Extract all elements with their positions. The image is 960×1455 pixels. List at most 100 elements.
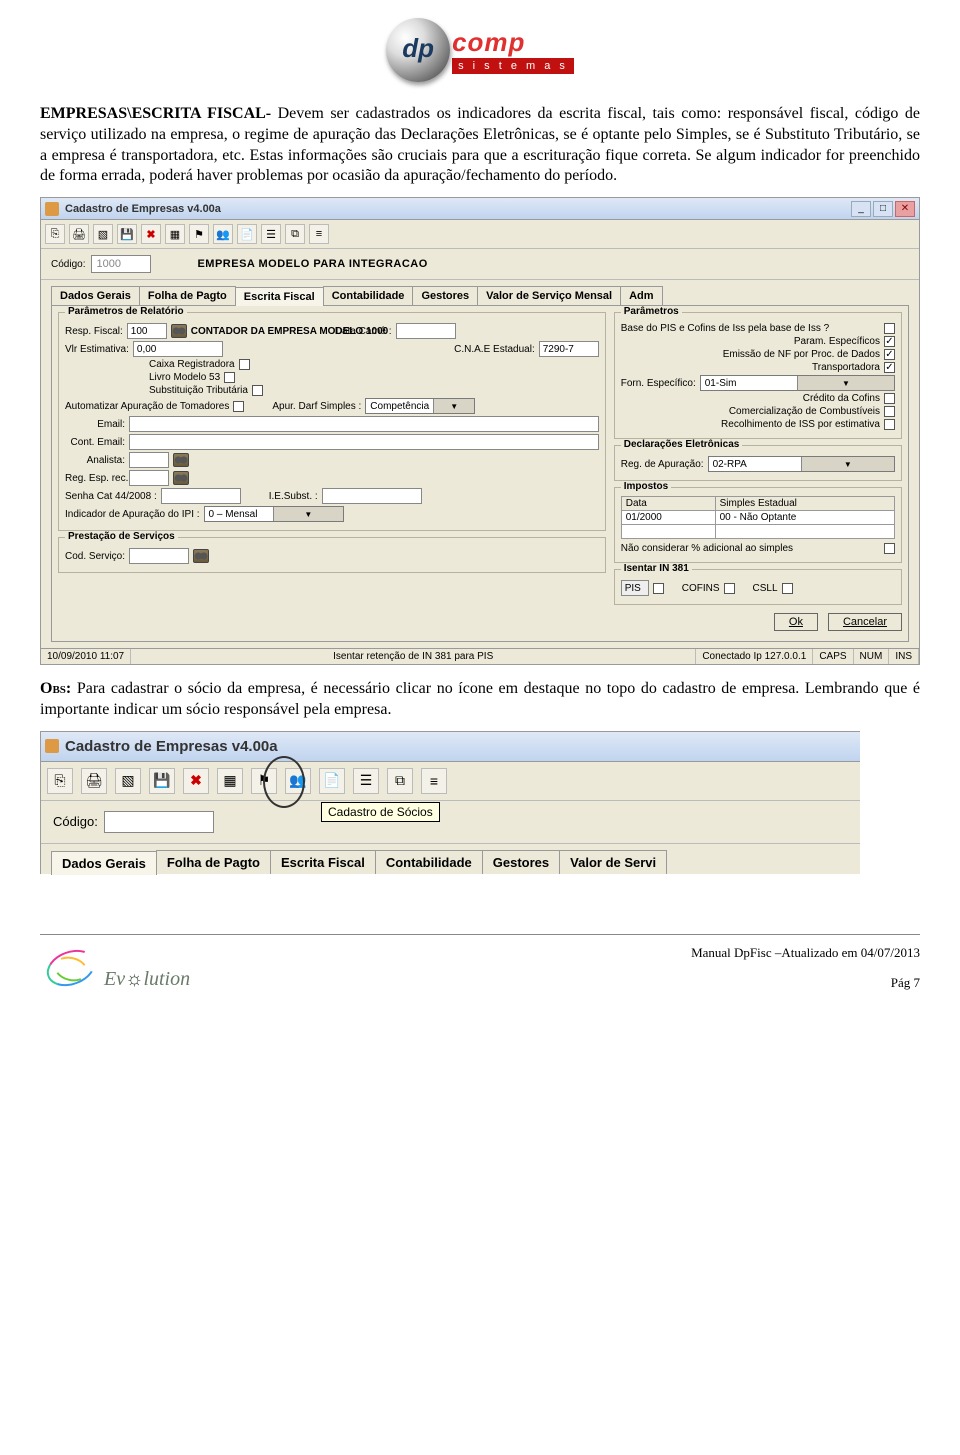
caixa-reg-label: Caixa Registradora <box>149 359 235 370</box>
caixa-reg-checkbox[interactable] <box>239 359 250 370</box>
recol-iss-checkbox[interactable] <box>884 419 895 430</box>
status-bar: 10/09/2010 11:07 Isentar retenção de IN … <box>41 648 919 664</box>
recol-iss-label: Recolhimento de ISS por estimativa <box>621 419 880 430</box>
tool-exit-icon[interactable]: ⎘ <box>45 224 65 244</box>
transportadora-checkbox[interactable] <box>884 362 895 373</box>
logo-comp-text: comp <box>452 27 574 58</box>
cancel-button[interactable]: Cancelar <box>828 613 902 631</box>
ie-subst-input[interactable] <box>322 488 422 504</box>
tool-color-icon[interactable]: ▦ <box>217 768 243 794</box>
tool-copy-icon[interactable]: ⧉ <box>285 224 305 244</box>
cont-email-label: Cont. Email: <box>65 437 125 448</box>
codigo-row-2: Código: <box>41 801 860 844</box>
maximize-button[interactable]: □ <box>873 201 893 217</box>
title-bar: Cadastro de Empresas v4.00a _ □ ✕ <box>41 198 919 220</box>
group-parametros-relatorio: Parâmetros de Relatório Resp. Fiscal: 10… <box>58 312 606 531</box>
tool-doc-icon[interactable]: 📄 <box>319 768 345 794</box>
subst-trib-checkbox[interactable] <box>252 385 263 396</box>
close-button[interactable]: ✕ <box>895 201 915 217</box>
cnae-input[interactable]: 7290-7 <box>539 341 599 357</box>
comb-checkbox[interactable] <box>884 406 895 417</box>
tool-exit-icon[interactable]: ⎘ <box>47 768 73 794</box>
senha-cat-input[interactable] <box>161 488 241 504</box>
binoculars-icon[interactable] <box>171 324 187 338</box>
tool-delete-icon[interactable]: ✖ <box>183 768 209 794</box>
tool-color-icon[interactable]: ▦ <box>165 224 185 244</box>
autom-tomadores-checkbox[interactable] <box>233 401 244 412</box>
tool-save-icon[interactable]: 💾 <box>149 768 175 794</box>
tool-copy-icon[interactable]: ⧉ <box>387 768 413 794</box>
tool-flag-icon[interactable]: ⚑ <box>251 768 277 794</box>
csll-checkbox[interactable] <box>782 583 793 594</box>
vlr-estimativa-input[interactable]: 0,00 <box>133 341 223 357</box>
tool-card-icon[interactable]: ▧ <box>115 768 141 794</box>
tab-contabilidade[interactable]: Contabilidade <box>375 850 483 874</box>
tab-valor-servico[interactable]: Valor de Servi <box>559 850 667 874</box>
status-hint: Isentar retenção de IN 381 para PIS <box>131 649 696 664</box>
pis-checkbox[interactable] <box>653 583 664 594</box>
regesp-iss-input[interactable] <box>129 470 169 486</box>
param-esp-checkbox[interactable] <box>884 336 895 347</box>
tab-folha-pagto[interactable]: Folha de Pagto <box>139 286 236 305</box>
impostos-table[interactable]: DataSimples Estadual 01/200000 - Não Opt… <box>621 496 895 539</box>
tool-doc-icon[interactable]: 📄 <box>237 224 257 244</box>
tool-save-icon[interactable]: 💾 <box>117 224 137 244</box>
forn-esp-select[interactable]: 01-Sim▼ <box>700 375 895 391</box>
ok-button[interactable]: Ok <box>774 613 818 631</box>
binoculars-icon-2[interactable] <box>173 453 189 467</box>
tab-valor-servico[interactable]: Valor de Serviço Mensal <box>477 286 621 305</box>
livro53-checkbox[interactable] <box>224 372 235 383</box>
tool-misc-icon[interactable]: ≡ <box>421 768 447 794</box>
resp-fiscal-input[interactable]: 100 <box>127 323 167 339</box>
minimize-button[interactable]: _ <box>851 201 871 217</box>
binoculars-icon-4[interactable] <box>193 549 209 563</box>
apur-darf-select[interactable]: Competência▼ <box>365 398 475 414</box>
emissao-nf-checkbox[interactable] <box>884 349 895 360</box>
cod-servico-label: Cod. Serviço: <box>65 551 125 562</box>
tab-gestores[interactable]: Gestores <box>412 286 478 305</box>
nao-considerar-checkbox[interactable] <box>884 543 895 554</box>
indic-ipi-select[interactable]: 0 – Mensal▼ <box>204 506 344 522</box>
toolbar: ⎘ 🖨 ▧ 💾 ✖ ▦ ⚑ 👥 📄 ☰ ⧉ ≡ <box>41 220 919 249</box>
imp-col-data: Data <box>621 497 715 511</box>
tab-gestores[interactable]: Gestores <box>482 850 560 874</box>
tab-escrita-fiscal[interactable]: Escrita Fiscal <box>235 287 324 306</box>
base-pis-checkbox[interactable] <box>884 323 895 334</box>
intro-paragraph: EMPRESAS\ESCRITA FISCAL- Devem ser cadas… <box>40 104 920 187</box>
toolbar-2: ⎘ 🖨 ▧ 💾 ✖ ▦ ⚑ 👥 📄 ☰ ⧉ ≡ Cadastro de Sóci… <box>41 762 860 801</box>
app-icon <box>45 202 59 216</box>
reg-apuracao-select[interactable]: 02-RPA▼ <box>708 456 895 472</box>
tool-list-icon[interactable]: ☰ <box>261 224 281 244</box>
legend-isentar: Isentar IN 381 <box>621 563 692 574</box>
email-input[interactable] <box>129 416 599 432</box>
tab-adm[interactable]: Adm <box>620 286 662 305</box>
tool-misc-icon[interactable]: ≡ <box>309 224 329 244</box>
tool-list-icon[interactable]: ☰ <box>353 768 379 794</box>
obs-label: Obs: <box>40 680 77 697</box>
obs-paragraph: Obs: Para cadastrar o sócio da empresa, … <box>40 679 920 721</box>
tab-escrita-fiscal[interactable]: Escrita Fiscal <box>270 850 376 874</box>
tab-folha-pagto[interactable]: Folha de Pagto <box>156 850 271 874</box>
tool-socios-icon[interactable]: 👥 <box>213 224 233 244</box>
tool-print-icon[interactable]: 🖨 <box>81 768 107 794</box>
tool-delete-icon[interactable]: ✖ <box>141 224 161 244</box>
codigo-input-2[interactable] <box>104 811 214 833</box>
data-carne-input[interactable] <box>396 323 456 339</box>
group-isentar-in381: Isentar IN 381 PIS COFINS CSLL <box>614 569 902 605</box>
tab-contabilidade[interactable]: Contabilidade <box>323 286 414 305</box>
analista-input[interactable] <box>129 452 169 468</box>
cofins-checkbox[interactable] <box>724 583 735 594</box>
tool-flag-icon[interactable]: ⚑ <box>189 224 209 244</box>
cod-servico-input[interactable] <box>129 548 189 564</box>
tool-socios-icon[interactable]: 👥 <box>285 768 311 794</box>
codigo-input[interactable]: 1000 <box>91 255 151 273</box>
cont-email-input[interactable] <box>129 434 599 450</box>
tab-dados-gerais[interactable]: Dados Gerais <box>51 286 140 305</box>
legend-impostos: Impostos <box>621 481 671 492</box>
cred-cofins-checkbox[interactable] <box>884 393 895 404</box>
tool-print-icon[interactable]: 🖨 <box>69 224 89 244</box>
status-datetime: 10/09/2010 11:07 <box>41 649 131 664</box>
binoculars-icon-3[interactable] <box>173 471 189 485</box>
tab-dados-gerais[interactable]: Dados Gerais <box>51 851 157 875</box>
tool-card-icon[interactable]: ▧ <box>93 224 113 244</box>
